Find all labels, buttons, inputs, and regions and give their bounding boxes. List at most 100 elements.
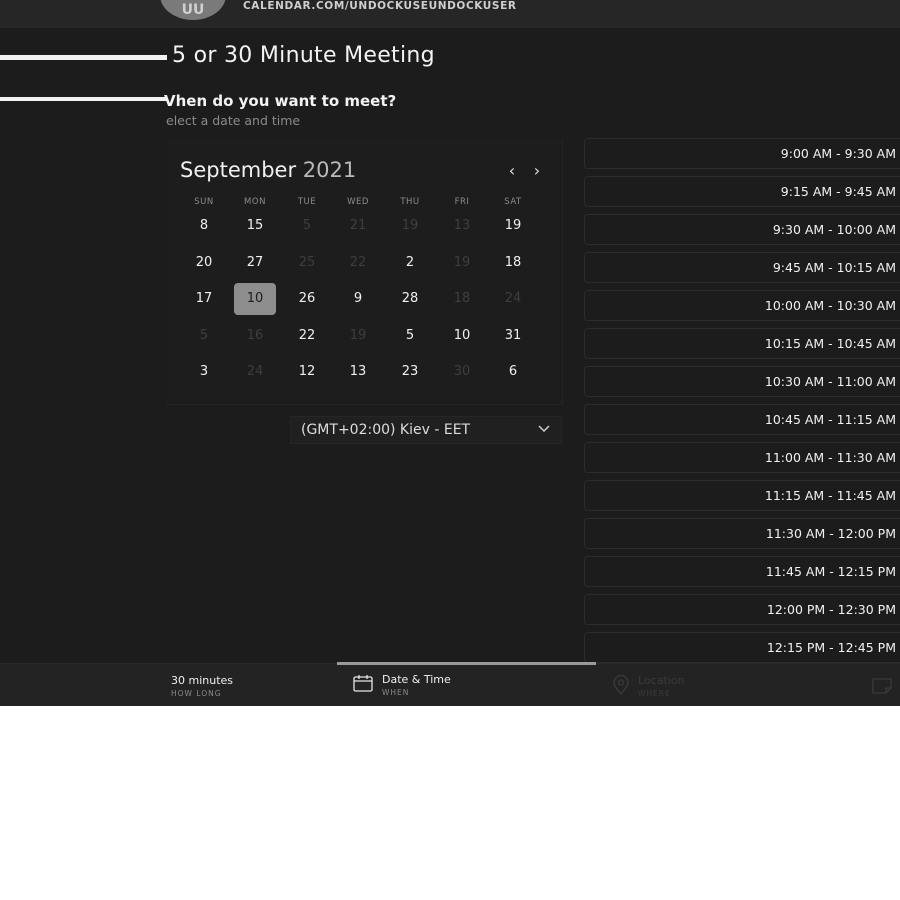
time-slot[interactable]: 11:45 AM - 12:15 PM [584, 556, 900, 587]
time-slot[interactable]: 11:00 AM - 11:30 AM [584, 442, 900, 473]
calendar-day: 25 [298, 254, 316, 270]
weekday-header: SUN [194, 197, 214, 207]
calendar-day: 13 [453, 218, 471, 233]
prev-month-button[interactable]: ‹ [502, 160, 522, 182]
time-slot[interactable]: 9:00 AM - 9:30 AM [584, 138, 900, 169]
time-slot-label: 12:15 PM - 12:45 PM [766, 640, 896, 655]
time-slot[interactable]: 9:15 AM - 9:45 AM [584, 176, 900, 207]
calendar-day[interactable]: 27 [234, 247, 276, 279]
calendar-day: 19 [453, 254, 471, 270]
calendar-day: 21 [349, 218, 367, 233]
meeting-title: 5 or 30 Minute Meeting [172, 43, 435, 68]
calendar-day[interactable]: 8 [183, 210, 225, 242]
calendar-day[interactable]: 18 [492, 247, 534, 279]
selected-day[interactable]: 10 [234, 283, 276, 315]
time-slot-label: 10:45 AM - 11:15 AM [764, 412, 896, 427]
location-pin-icon [612, 674, 630, 699]
calendar-day[interactable]: 28 [389, 283, 431, 315]
location-sub: WHERE [638, 689, 671, 698]
calendar-day[interactable]: 9 [337, 283, 379, 315]
weekday-header: WED [347, 197, 369, 207]
active-step-indicator [337, 662, 596, 665]
time-slot-label: 11:30 AM - 12:00 PM [765, 526, 896, 541]
calendar-day[interactable]: 2 [389, 247, 431, 279]
next-month-button[interactable]: › [527, 160, 547, 182]
time-slot-label: 10:30 AM - 11:00 AM [764, 374, 896, 389]
time-slot-label: 12:00 PM - 12:30 PM [766, 602, 896, 617]
time-slot-label: 11:45 AM - 12:15 PM [765, 564, 896, 579]
time-slot[interactable]: 12:15 PM - 12:45 PM [584, 632, 900, 663]
booking-url[interactable]: CALENDAR.COM/UNDOCKUSEUNDOCKUSER [243, 0, 517, 12]
calendar-day[interactable]: 17 [183, 283, 225, 315]
calendar-icon [353, 674, 373, 696]
location-label: Location [638, 674, 685, 687]
month-name: September [180, 158, 297, 182]
calendar-day: 18 [453, 291, 471, 306]
calendar-day: 24 [246, 364, 264, 379]
calendar-day[interactable]: 23 [389, 356, 431, 388]
calendar-day: 24 [504, 291, 522, 306]
calendar-day[interactable]: 6 [492, 356, 534, 388]
time-slot-label: 11:15 AM - 11:45 AM [764, 488, 896, 503]
time-slot-label: 9:30 AM - 10:00 AM [772, 222, 896, 237]
calendar-day: 19 [401, 218, 419, 233]
duration-label: 30 minutes [171, 674, 234, 687]
calendar-day[interactable]: 3 [183, 356, 225, 388]
calendar-day: 16 [246, 327, 264, 343]
time-slot[interactable]: 9:30 AM - 10:00 AM [584, 214, 900, 245]
calendar-day[interactable]: 5 [389, 320, 431, 352]
time-slot[interactable]: 10:15 AM - 10:45 AM [584, 328, 900, 359]
left-panel-subtitle-placeholder [0, 97, 167, 101]
date-time-sub: WHEN [382, 688, 410, 697]
date-hint: elect a date and time [166, 113, 301, 128]
weekday-header: SAT [504, 197, 522, 207]
scheduling-app: UU CALENDAR.COM/UNDOCKUSEUNDOCKUSER 5 or… [0, 0, 900, 706]
top-bar: UU CALENDAR.COM/UNDOCKUSEUNDOCKUSER [0, 0, 900, 28]
time-slot-label: 9:45 AM - 10:15 AM [772, 260, 896, 275]
date-question: Vhen do you want to meet? [164, 92, 397, 110]
avatar: UU [160, 0, 226, 20]
timezone-select[interactable]: (GMT+02:00) Kiev - EET [290, 416, 562, 444]
note-icon [872, 678, 892, 698]
calendar-day: 5 [199, 327, 209, 343]
calendar-day[interactable]: 13 [337, 356, 379, 388]
time-slot-label: 11:00 AM - 11:30 AM [764, 450, 896, 465]
time-slot-label: 10:15 AM - 10:45 AM [764, 336, 896, 351]
time-slot-label: 9:00 AM - 9:30 AM [780, 146, 896, 161]
calendar-day[interactable]: 19 [492, 210, 534, 242]
calendar-day[interactable]: 22 [286, 320, 328, 352]
calendar-day: 30 [453, 364, 471, 379]
calendar-day[interactable]: 12 [286, 356, 328, 388]
time-slot[interactable]: 9:45 AM - 10:15 AM [584, 252, 900, 283]
time-slot-label: 9:15 AM - 9:45 AM [780, 184, 896, 199]
calendar-day: 22 [349, 254, 367, 270]
weekday-header: THU [400, 197, 420, 207]
time-slot[interactable]: 12:00 PM - 12:30 PM [584, 594, 900, 625]
time-slot[interactable]: 11:15 AM - 11:45 AM [584, 480, 900, 511]
time-slot[interactable]: 10:00 AM - 10:30 AM [584, 290, 900, 321]
time-slot[interactable]: 11:30 AM - 12:00 PM [584, 518, 900, 549]
year: 2021 [302, 158, 357, 182]
weekday-header: FRI [454, 197, 470, 207]
left-panel-title-placeholder [0, 55, 167, 60]
calendar-day: 5 [302, 218, 312, 233]
avatar-initials: UU [181, 2, 205, 18]
time-slot[interactable]: 10:30 AM - 11:00 AM [584, 366, 900, 397]
time-slot[interactable]: 10:45 AM - 11:15 AM [584, 404, 900, 435]
calendar-day[interactable]: 26 [286, 283, 328, 315]
month-label: September 2021 [180, 158, 356, 182]
calendar: September 2021 ‹ › SUN MON TUE WED THU FRI SAT… [166, 140, 563, 405]
calendar-day[interactable]: 31 [492, 320, 534, 352]
weekday-header: MON [244, 197, 266, 207]
date-time-label: Date & Time [382, 673, 451, 686]
weekday-header: TUE [297, 197, 317, 207]
timezone-value: (GMT+02:00) Kiev - EET [301, 422, 471, 438]
calendar-day: 19 [349, 327, 367, 343]
duration-sub: HOW LONG [171, 689, 222, 698]
calendar-day[interactable]: 20 [183, 247, 225, 279]
chevron-down-icon [537, 421, 551, 438]
calendar-day[interactable]: 10 [441, 320, 483, 352]
bottom-step-bar: 30 minutes HOW LONG Date & Time WHEN Loc… [0, 662, 900, 706]
calendar-day[interactable]: 15 [234, 210, 276, 242]
time-slot-label: 10:00 AM - 10:30 AM [764, 298, 896, 313]
